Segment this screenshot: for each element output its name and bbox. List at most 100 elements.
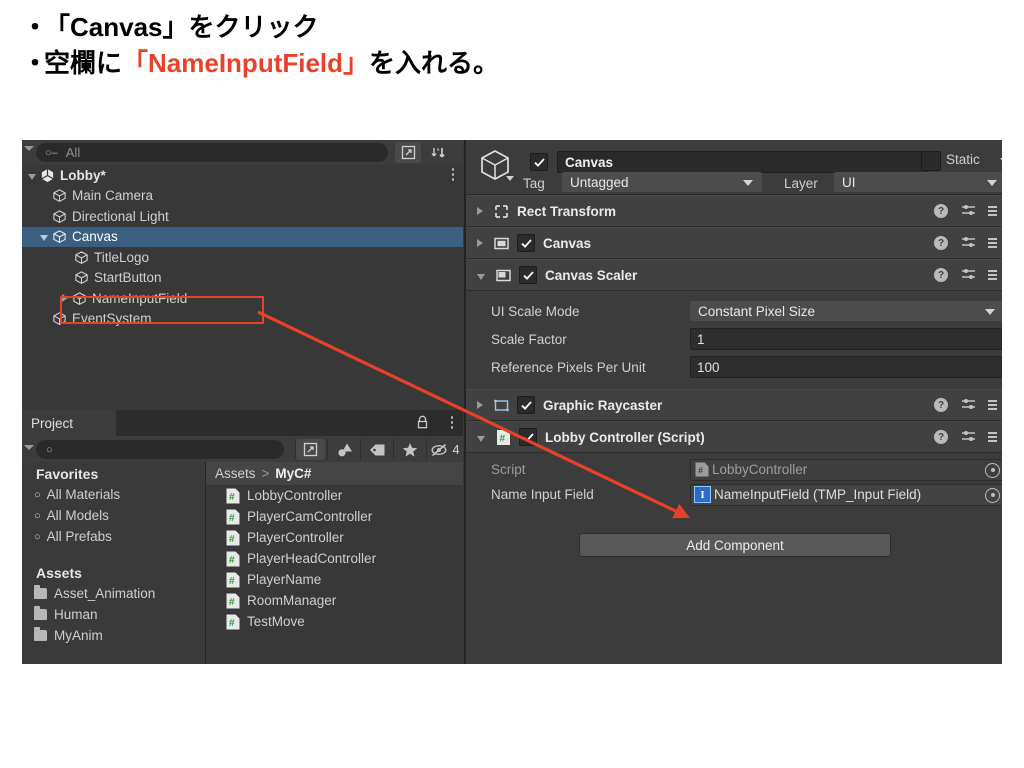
help-icon[interactable]: ? <box>934 236 948 250</box>
tmp-input-field-icon: I <box>694 486 711 503</box>
preset-sliders-icon[interactable] <box>961 397 976 414</box>
prop-value: 1 <box>697 331 705 347</box>
chevron-right-icon[interactable] <box>477 207 483 215</box>
add-component-button[interactable]: Add Component <box>579 533 891 557</box>
asset-item[interactable]: # RoomManager <box>206 590 463 611</box>
component-header-graphic-raycaster[interactable]: Graphic Raycaster ? <box>466 389 1002 421</box>
tab-project[interactable]: Project <box>22 410 116 436</box>
object-picker-icon[interactable] <box>985 487 1000 503</box>
lock-icon[interactable] <box>416 415 429 429</box>
tag-dropdown[interactable]: Untagged <box>562 172 762 192</box>
help-icon[interactable]: ? <box>934 398 948 412</box>
name-input-field-object-field[interactable]: I NameInputField (TMP_Input Field) <box>690 483 1002 506</box>
component-menu-icon[interactable] <box>988 400 997 410</box>
component-title: Canvas Scaler <box>545 267 638 283</box>
favorite-all-prefabs[interactable]: ○ All Prefabs <box>22 526 205 547</box>
layer-dropdown[interactable]: UI <box>834 172 1002 192</box>
project-asset-list[interactable]: Assets > MyC# # LobbyController # PlayerCa… <box>206 462 463 664</box>
reference-pixels-per-unit-input[interactable]: 100 <box>690 356 1002 378</box>
asset-item[interactable]: # PlayerName <box>206 569 463 590</box>
prop-ui-scale-mode: UI Scale Mode Constant Pixel Size <box>466 297 1002 325</box>
search-icon: ○ <box>34 530 41 543</box>
help-icon[interactable]: ? <box>934 430 948 444</box>
component-menu-icon[interactable] <box>988 206 997 216</box>
ui-scale-mode-dropdown[interactable]: Constant Pixel Size <box>690 301 1002 321</box>
search-icon: ○ <box>34 488 41 501</box>
hierarchy-row-directional-light[interactable]: Directional Light <box>22 206 463 227</box>
component-enabled-checkbox[interactable] <box>517 234 535 252</box>
sort-icon[interactable] <box>426 142 452 163</box>
hierarchy-list[interactable]: Lobby* Main Camera Directional Light Can… <box>22 165 463 410</box>
hierarchy-row-main-camera[interactable]: Main Camera <box>22 186 463 207</box>
component-header-canvas-scaler[interactable]: Canvas Scaler ? <box>466 259 1002 291</box>
preset-sliders-icon[interactable] <box>961 429 976 446</box>
preset-sliders-icon[interactable] <box>961 235 976 252</box>
gameobject-active-checkbox[interactable] <box>530 153 548 171</box>
chevron-right-icon[interactable] <box>477 239 483 247</box>
asset-item[interactable]: # LobbyController <box>206 485 463 506</box>
chevron-down-icon[interactable] <box>477 273 485 280</box>
preset-sliders-icon[interactable] <box>961 267 976 284</box>
component-enabled-checkbox[interactable] <box>519 428 537 446</box>
project-search-input[interactable]: ○ <box>36 440 284 459</box>
help-icon[interactable]: ? <box>934 204 948 218</box>
cs-script-icon: # <box>226 488 240 504</box>
favorite-all-models[interactable]: ○ All Models <box>22 505 205 526</box>
breadcrumb[interactable]: Assets > MyC# <box>206 462 463 485</box>
folder-icon <box>34 585 47 599</box>
component-header-canvas[interactable]: Canvas ? <box>466 227 1002 259</box>
bullet-marker: ・ <box>22 47 49 78</box>
chevron-right-icon[interactable] <box>477 401 483 409</box>
asset-item[interactable]: # TestMove <box>206 611 463 632</box>
hierarchy-row-canvas[interactable]: Canvas <box>22 226 463 247</box>
chevron-down-icon[interactable] <box>1000 158 1002 163</box>
chevron-down-icon[interactable] <box>40 235 48 242</box>
hidden-packages-icon[interactable]: 4 <box>426 439 464 460</box>
folder-myanim[interactable]: MyAnim <box>22 625 205 646</box>
asset-filter-icon[interactable] <box>327 439 360 460</box>
component-header-lobby-controller[interactable]: # Lobby Controller (Script) ? <box>466 421 1002 453</box>
graphic-raycaster-icon <box>492 396 510 414</box>
favorite-all-materials[interactable]: ○ All Materials <box>22 484 205 505</box>
favorite-label: All Materials <box>46 487 121 502</box>
tag-filter-icon[interactable] <box>360 439 393 460</box>
chevron-down-icon[interactable] <box>506 176 514 181</box>
component-title: Rect Transform <box>517 203 617 219</box>
search-icon: ○ <box>46 443 53 456</box>
hierarchy-row-lobby[interactable]: Lobby* <box>22 165 463 186</box>
static-checkbox[interactable] <box>921 151 941 171</box>
component-menu-icon[interactable] <box>988 270 997 280</box>
component-enabled-checkbox[interactable] <box>517 396 535 414</box>
component-enabled-checkbox[interactable] <box>519 266 537 284</box>
asset-item[interactable]: # PlayerController <box>206 527 463 548</box>
breadcrumb-root[interactable]: Assets <box>215 466 256 481</box>
asset-item[interactable]: # PlayerHeadController <box>206 548 463 569</box>
object-picker-icon[interactable] <box>985 462 1000 478</box>
scale-factor-input[interactable]: 1 <box>690 328 1002 350</box>
hierarchy-row-titlelogo[interactable]: TitleLogo <box>22 247 463 268</box>
popup-window-icon[interactable] <box>395 142 421 163</box>
folder-label: Human <box>54 607 98 622</box>
svg-text:#: # <box>229 555 235 566</box>
component-menu-icon[interactable] <box>988 238 997 248</box>
folder-asset-animation[interactable]: Asset_Animation <box>22 583 205 604</box>
kebab-menu-icon[interactable] <box>450 416 453 431</box>
chevron-down-icon[interactable] <box>477 435 485 442</box>
project-tree[interactable]: Favorites ○ All Materials ○ All Models ○ Al… <box>22 462 206 664</box>
hierarchy-search-input[interactable]: ○– All <box>36 143 388 162</box>
folder-human[interactable]: Human <box>22 604 205 625</box>
component-menu-icon[interactable] <box>988 432 997 442</box>
popup-window-icon[interactable] <box>295 439 325 460</box>
inspector-panel: Canvas Static Tag Untagged Layer UI Rect… <box>464 140 1002 664</box>
preset-sliders-icon[interactable] <box>961 203 976 220</box>
kebab-menu-icon[interactable] <box>451 168 454 183</box>
bullet-line-1: ・ 「Canvas」をクリック <box>22 10 982 46</box>
chevron-down-icon[interactable] <box>28 173 36 180</box>
asset-item[interactable]: # PlayerCamController <box>206 506 463 527</box>
bullet-text-2-accent: 「NameInputField」 <box>122 47 370 78</box>
hierarchy-row-startbutton[interactable]: StartButton <box>22 268 463 289</box>
help-icon[interactable]: ? <box>934 268 948 282</box>
favorite-star-icon[interactable] <box>393 439 426 460</box>
gameobject-name-input[interactable]: Canvas <box>557 151 928 173</box>
component-header-rect-transform[interactable]: Rect Transform ? <box>466 195 1002 227</box>
